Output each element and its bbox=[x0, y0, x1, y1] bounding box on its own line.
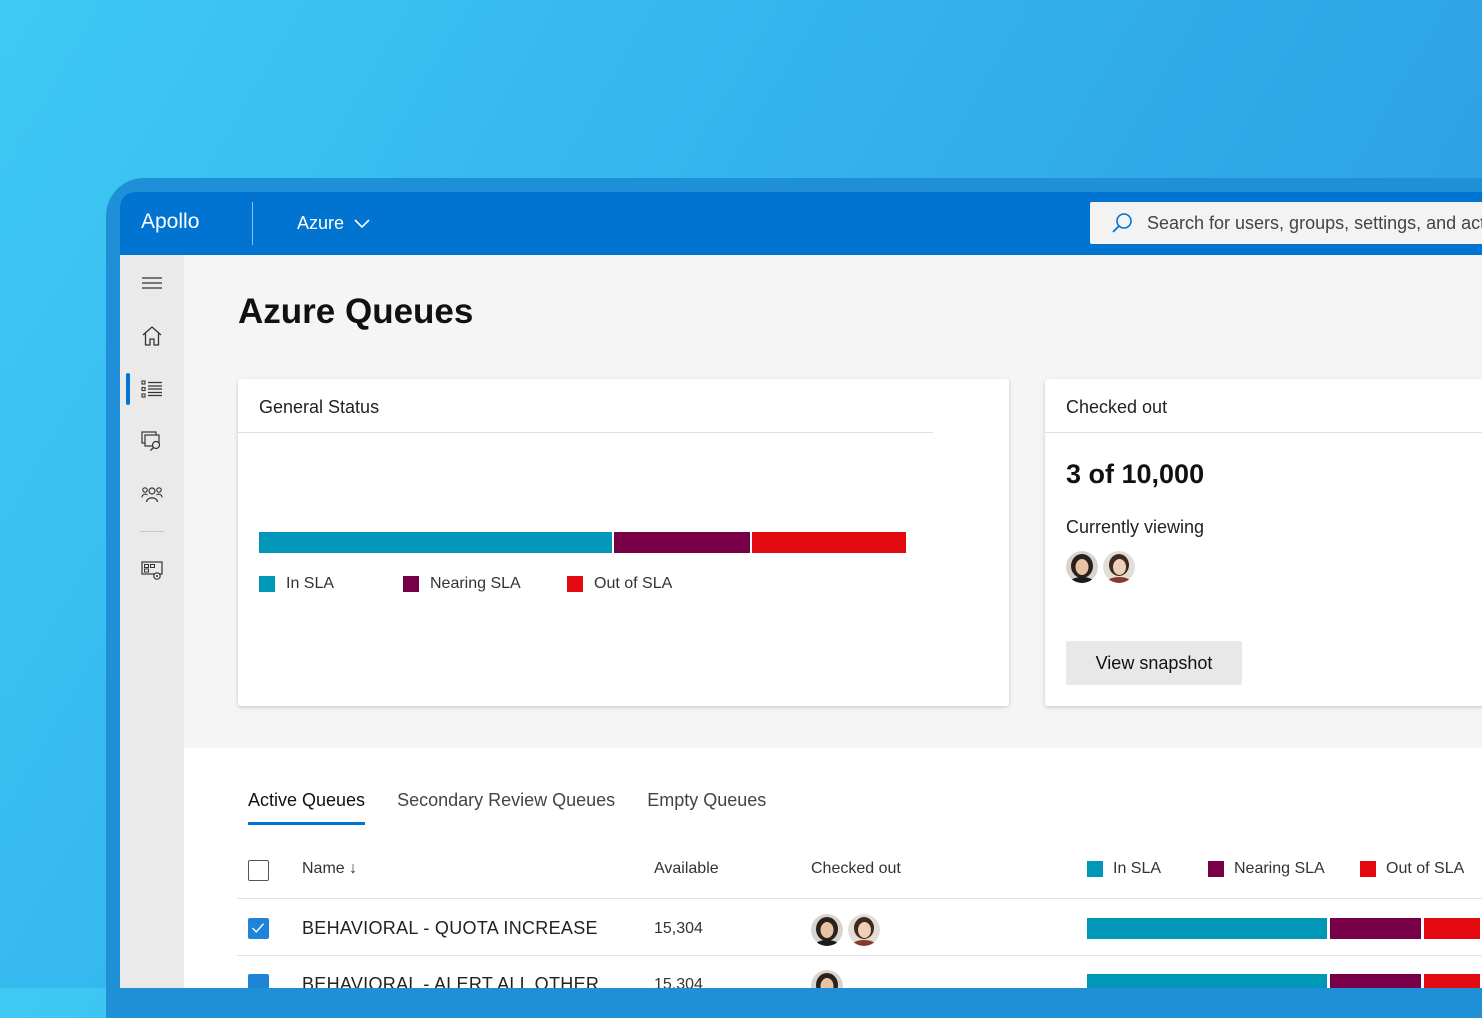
general-status-card: General Status In SLA Nearing SLA Out of… bbox=[238, 379, 1009, 706]
checkmark-icon bbox=[251, 923, 265, 933]
viewer-avatars bbox=[1066, 551, 1135, 583]
nav-home[interactable] bbox=[120, 318, 184, 354]
in-sla-swatch bbox=[1087, 861, 1103, 877]
checked-out-avatars bbox=[811, 970, 843, 988]
avatar[interactable] bbox=[811, 914, 843, 946]
available-count: 15,304 bbox=[654, 920, 703, 937]
legend-label: In SLA bbox=[286, 575, 335, 592]
header-divider bbox=[252, 202, 253, 245]
sla-legend: In SLA Nearing SLA Out of SLA bbox=[259, 575, 672, 593]
legend-label: In SLA bbox=[1113, 860, 1162, 877]
view-snapshot-button[interactable]: View snapshot bbox=[1066, 641, 1242, 685]
available-count: 15,304 bbox=[654, 976, 703, 988]
menu-icon bbox=[142, 277, 162, 289]
legend-in-sla: In SLA bbox=[1087, 860, 1208, 878]
in-sla-segment bbox=[1087, 918, 1327, 939]
queues-section: Active Queues Secondary Review Queues Em… bbox=[184, 748, 1482, 988]
nav-queues[interactable] bbox=[120, 371, 184, 407]
card-divider bbox=[238, 432, 933, 433]
home-icon bbox=[142, 326, 162, 346]
legend-in-sla: In SLA bbox=[259, 575, 403, 593]
out-of-sla-swatch bbox=[567, 576, 583, 592]
legend-label: Out of SLA bbox=[594, 575, 673, 592]
tenant-switcher[interactable]: Azure bbox=[297, 213, 370, 234]
checked-out-title: Checked out bbox=[1066, 397, 1168, 417]
legend-nearing-sla: Nearing SLA bbox=[403, 575, 567, 593]
legend-label: Nearing SLA bbox=[430, 575, 521, 592]
chat-search-icon bbox=[141, 431, 161, 451]
row-checkbox[interactable] bbox=[248, 918, 269, 939]
out-of-sla-segment bbox=[1424, 918, 1480, 939]
legend-out-of-sla: Out of SLA bbox=[1360, 860, 1464, 878]
settings-grid-icon bbox=[141, 561, 163, 580]
search-icon bbox=[1112, 213, 1132, 233]
out-of-sla-segment bbox=[752, 532, 906, 553]
avatar[interactable] bbox=[1066, 551, 1098, 583]
legend-nearing-sla: Nearing SLA bbox=[1208, 860, 1360, 878]
row-sla-bar bbox=[1087, 974, 1480, 988]
in-sla-swatch bbox=[259, 576, 275, 592]
queue-name[interactable]: BEHAVIORAL - QUOTA INCREASE bbox=[302, 918, 598, 939]
top-bar: Apollo Azure bbox=[120, 192, 1482, 255]
tenant-label: Azure bbox=[297, 213, 345, 233]
nav-menu[interactable] bbox=[120, 265, 184, 301]
chevron-down-icon bbox=[354, 218, 370, 228]
checked-out-count: 3 of 10,000 bbox=[1066, 459, 1205, 489]
legend-label: Nearing SLA bbox=[1234, 860, 1325, 877]
avatar[interactable] bbox=[811, 970, 843, 988]
nearing-sla-swatch bbox=[1208, 861, 1224, 877]
legend-label: Out of SLA bbox=[1386, 860, 1465, 877]
page-title: Azure Queues bbox=[238, 292, 474, 331]
row-divider bbox=[237, 955, 1482, 956]
column-header-checked-out[interactable]: Checked out bbox=[811, 860, 901, 878]
search-box[interactable] bbox=[1090, 202, 1482, 244]
search-input[interactable] bbox=[1147, 212, 1482, 234]
nearing-sla-segment bbox=[1330, 974, 1421, 988]
queue-tabs: Active Queues Secondary Review Queues Em… bbox=[248, 790, 766, 825]
column-header-available[interactable]: Available bbox=[654, 860, 719, 878]
out-of-sla-swatch bbox=[1360, 861, 1376, 877]
in-sla-segment bbox=[259, 532, 612, 553]
tab-empty-queues[interactable]: Empty Queues bbox=[647, 790, 766, 825]
row-checkbox[interactable] bbox=[248, 974, 269, 988]
table-sla-legend: In SLA Nearing SLA Out of SLA bbox=[1087, 860, 1464, 878]
row-sla-bar bbox=[1087, 918, 1480, 939]
nav-chat-search[interactable] bbox=[120, 423, 184, 459]
queue-list-icon bbox=[141, 380, 162, 398]
select-all-checkbox[interactable] bbox=[248, 860, 269, 881]
column-header-name[interactable]: Name ↓ bbox=[302, 860, 357, 878]
app-name[interactable]: Apollo bbox=[141, 210, 199, 234]
header-divider bbox=[237, 898, 1482, 899]
queue-name[interactable]: BEHAVIORAL - ALERT ALL OTHER bbox=[302, 974, 599, 988]
checked-out-card: Checked out 3 of 10,000 Currently viewin… bbox=[1045, 379, 1482, 706]
nearing-sla-swatch bbox=[403, 576, 419, 592]
sla-stacked-bar bbox=[259, 532, 906, 553]
in-sla-segment bbox=[1087, 974, 1327, 988]
app-window: Apollo Azure Search for users, groups, s… bbox=[120, 192, 1482, 988]
people-icon bbox=[141, 487, 163, 503]
general-status-title: General Status bbox=[259, 397, 380, 417]
sidebar bbox=[120, 255, 184, 988]
currently-viewing-label: Currently viewing bbox=[1066, 517, 1205, 537]
card-divider bbox=[1045, 432, 1482, 433]
tab-secondary-review-queues[interactable]: Secondary Review Queues bbox=[397, 790, 615, 825]
tab-active-queues[interactable]: Active Queues bbox=[248, 790, 366, 825]
legend-out-of-sla: Out of SLA bbox=[567, 575, 672, 593]
avatar[interactable] bbox=[848, 914, 880, 946]
nearing-sla-segment bbox=[1330, 918, 1421, 939]
nav-settings[interactable] bbox=[120, 553, 184, 589]
nav-separator bbox=[140, 531, 164, 532]
avatar[interactable] bbox=[1103, 551, 1135, 583]
checked-out-avatars bbox=[811, 914, 880, 946]
out-of-sla-segment bbox=[1424, 974, 1480, 988]
nav-people[interactable] bbox=[120, 477, 184, 513]
nearing-sla-segment bbox=[614, 532, 750, 553]
